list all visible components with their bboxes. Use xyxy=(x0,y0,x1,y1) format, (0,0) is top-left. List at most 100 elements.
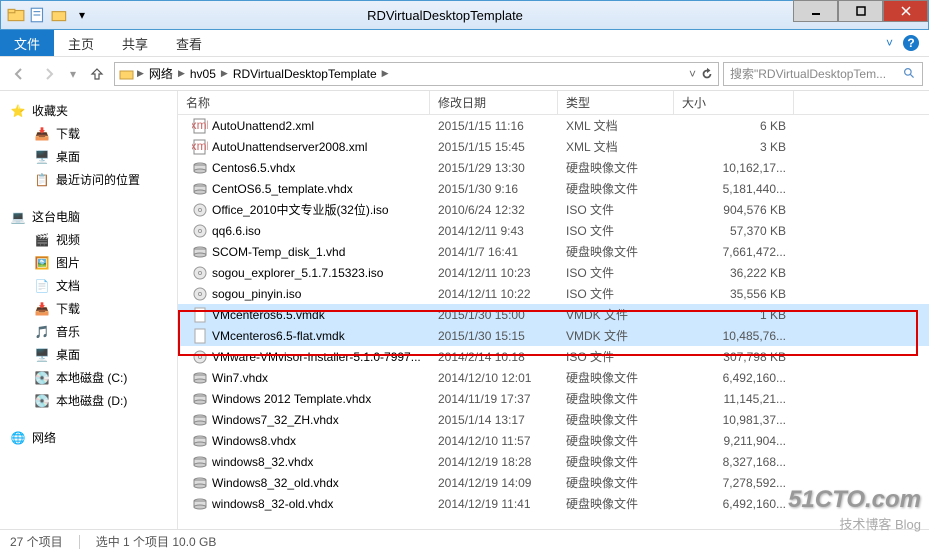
file-row[interactable]: Windows8.vhdx2014/12/10 11:57硬盘映像文件9,211… xyxy=(178,430,929,451)
file-row[interactable]: windows8_32.vhdx2014/12/19 18:28硬盘映像文件8,… xyxy=(178,451,929,472)
file-row[interactable]: Windows 2012 Template.vhdx2014/11/19 17:… xyxy=(178,388,929,409)
crumb-folder[interactable]: RDVirtualDesktopTemplate xyxy=(230,65,380,83)
file-type-icon xyxy=(192,454,208,470)
back-button[interactable] xyxy=(6,61,32,87)
file-type: 硬盘映像文件 xyxy=(558,243,674,260)
file-type: VMDK 文件 xyxy=(558,327,674,344)
nav-diskd[interactable]: 💽本地磁盘 (D:) xyxy=(0,389,177,412)
nav-videos[interactable]: 🎬视频 xyxy=(0,228,177,251)
file-row[interactable]: VMcenteros6.5-flat.vmdk2015/1/30 15:15VM… xyxy=(178,325,929,346)
file-name: Win7.vhdx xyxy=(212,371,268,385)
file-type-icon xyxy=(192,307,208,323)
file-row[interactable]: xmlAutoUnattend2.xml2015/1/15 11:16XML 文… xyxy=(178,115,929,136)
file-type-icon xyxy=(192,181,208,197)
tab-home[interactable]: 主页 xyxy=(54,30,108,56)
file-row[interactable]: xmlAutoUnattendserver2008.xml2015/1/15 1… xyxy=(178,136,929,157)
file-date: 2014/11/19 17:37 xyxy=(430,392,558,406)
forward-button[interactable] xyxy=(36,61,62,87)
file-type-icon xyxy=(192,433,208,449)
help-icon[interactable]: ? xyxy=(903,35,919,51)
tab-share[interactable]: 共享 xyxy=(108,30,162,56)
chevron-right-icon[interactable]: ▶ xyxy=(137,68,144,79)
nav-downloads2[interactable]: 📥下载 xyxy=(0,297,177,320)
chevron-right-icon[interactable]: ▶ xyxy=(382,68,389,79)
nav-thispc[interactable]: 💻这台电脑 xyxy=(0,205,177,228)
file-row[interactable]: VMware-VMvisor-Installer-5.1.0-7997...20… xyxy=(178,346,929,367)
file-row[interactable]: qq6.6.iso2014/12/11 9:43ISO 文件57,370 KB xyxy=(178,220,929,241)
crumb-network[interactable]: 网络 xyxy=(146,63,176,84)
nav-documents[interactable]: 📄文档 xyxy=(0,274,177,297)
minimize-button[interactable] xyxy=(793,0,838,22)
file-type-icon xyxy=(192,328,208,344)
nav-diskc[interactable]: 💽本地磁盘 (C:) xyxy=(0,366,177,389)
file-type-icon xyxy=(192,244,208,260)
address-bar: ▾ ▶ 网络 ▶ hv05 ▶ RDVirtualDesktopTemplate… xyxy=(0,57,929,91)
nav-desktop2[interactable]: 🖥️桌面 xyxy=(0,343,177,366)
pc-icon: 💻 xyxy=(10,209,26,225)
tab-file[interactable]: 文件 xyxy=(0,30,54,56)
file-name: Centos6.5.vhdx xyxy=(212,161,295,175)
new-folder-icon[interactable] xyxy=(51,6,69,24)
properties-icon[interactable] xyxy=(29,6,47,24)
file-size: 7,661,472... xyxy=(674,245,794,259)
nav-network[interactable]: 🌐网络 xyxy=(0,426,177,449)
file-name: sogou_pinyin.iso xyxy=(212,287,301,301)
close-button[interactable] xyxy=(883,0,928,22)
file-row[interactable]: VMcenteros6.5.vmdk2015/1/30 15:00VMDK 文件… xyxy=(178,304,929,325)
chevron-right-icon[interactable]: ▶ xyxy=(178,68,185,79)
chevron-right-icon[interactable]: ▶ xyxy=(221,68,228,79)
maximize-button[interactable] xyxy=(838,0,883,22)
file-type: XML 文档 xyxy=(558,117,674,134)
file-type-icon: xml xyxy=(192,118,208,134)
file-type-icon xyxy=(192,160,208,176)
nav-downloads[interactable]: 📥下载 xyxy=(0,122,177,145)
search-input[interactable]: 搜索"RDVirtualDesktopTem... xyxy=(723,62,923,86)
nav-desktop[interactable]: 🖥️桌面 xyxy=(0,145,177,168)
file-type-icon xyxy=(192,223,208,239)
nav-music[interactable]: 🎵音乐 xyxy=(0,320,177,343)
file-date: 2014/12/10 11:57 xyxy=(430,434,558,448)
file-type-icon xyxy=(192,496,208,512)
file-type: ISO 文件 xyxy=(558,285,674,302)
file-size: 7,278,592... xyxy=(674,476,794,490)
window-controls xyxy=(793,1,928,29)
tab-view[interactable]: 查看 xyxy=(162,30,216,56)
file-row[interactable]: Windows7_32_ZH.vhdx2015/1/14 13:17硬盘映像文件… xyxy=(178,409,929,430)
file-size: 1 KB xyxy=(674,308,794,322)
ribbon-expand-icon[interactable]: ˅ xyxy=(886,36,893,50)
col-size[interactable]: 大小 xyxy=(674,91,794,114)
file-type: ISO 文件 xyxy=(558,348,674,365)
file-row[interactable]: windows8_32-old.vhdx2014/12/19 11:41硬盘映像… xyxy=(178,493,929,514)
addr-dropdown-icon[interactable]: ˅ xyxy=(689,67,696,81)
refresh-icon[interactable] xyxy=(700,67,714,81)
file-row[interactable]: Office_2010中文专业版(32位).iso2010/6/24 12:32… xyxy=(178,199,929,220)
file-size: 11,145,21... xyxy=(674,392,794,406)
up-button[interactable] xyxy=(84,61,110,87)
file-date: 2014/12/11 10:22 xyxy=(430,287,558,301)
history-dropdown[interactable]: ▾ xyxy=(66,61,80,87)
file-row[interactable]: CentOS6.5_template.vhdx2015/1/30 9:16硬盘映… xyxy=(178,178,929,199)
breadcrumb-box[interactable]: ▶ 网络 ▶ hv05 ▶ RDVirtualDesktopTemplate ▶… xyxy=(114,62,719,86)
nav-pictures[interactable]: 🖼️图片 xyxy=(0,251,177,274)
file-row[interactable]: sogou_explorer_5.1.7.15323.iso2014/12/11… xyxy=(178,262,929,283)
file-row[interactable]: Centos6.5.vhdx2015/1/29 13:30硬盘映像文件10,16… xyxy=(178,157,929,178)
file-type: 硬盘映像文件 xyxy=(558,432,674,449)
file-date: 2015/1/30 15:00 xyxy=(430,308,558,322)
nav-favorites[interactable]: ⭐收藏夹 xyxy=(0,99,177,122)
recent-icon: 📋 xyxy=(34,172,50,188)
qat-dropdown-icon[interactable]: ▾ xyxy=(73,6,91,24)
col-type[interactable]: 类型 xyxy=(558,91,674,114)
col-date[interactable]: 修改日期 xyxy=(430,91,558,114)
file-type: VMDK 文件 xyxy=(558,306,674,323)
file-row[interactable]: Windows8_32_old.vhdx2014/12/19 14:09硬盘映像… xyxy=(178,472,929,493)
file-type: ISO 文件 xyxy=(558,201,674,218)
file-row[interactable]: SCOM-Temp_disk_1.vhd2014/1/7 16:41硬盘映像文件… xyxy=(178,241,929,262)
crumb-host[interactable]: hv05 xyxy=(187,65,219,83)
col-name[interactable]: 名称 xyxy=(178,91,430,114)
search-icon[interactable] xyxy=(903,67,916,80)
nav-recent[interactable]: 📋最近访问的位置 xyxy=(0,168,177,191)
file-date: 2014/2/14 10:18 xyxy=(430,350,558,364)
file-row[interactable]: Win7.vhdx2014/12/10 12:01硬盘映像文件6,492,160… xyxy=(178,367,929,388)
svg-text:xml: xml xyxy=(192,139,208,153)
file-row[interactable]: sogou_pinyin.iso2014/12/11 10:22ISO 文件35… xyxy=(178,283,929,304)
